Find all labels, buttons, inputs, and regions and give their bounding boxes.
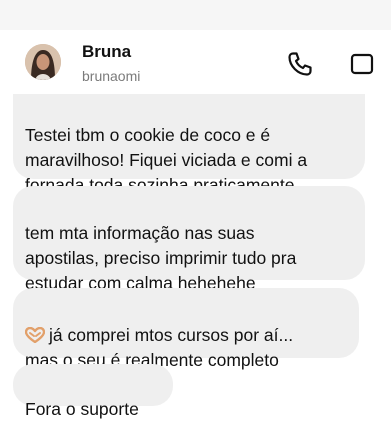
phone-icon[interactable] — [286, 50, 314, 78]
contact-username[interactable]: brunaomi — [82, 68, 140, 84]
message-text: Fora o suporte — [25, 399, 139, 419]
message-bubble[interactable]: Testei tbm o cookie de coco e é maravilh… — [13, 94, 365, 195]
message-text: tem mta informação nas suas apostilas, p… — [25, 223, 297, 293]
contact-name[interactable]: Bruna — [82, 42, 131, 62]
message-bubble[interactable]: tem mta informação nas suas apostilas, p… — [13, 186, 365, 293]
avatar-image — [25, 44, 61, 80]
video-call-icon[interactable] — [349, 50, 377, 78]
top-strip — [0, 0, 391, 30]
chat-header: Bruna brunaomi — [0, 30, 391, 94]
heart-hands-emoji — [25, 327, 45, 343]
message-bubble[interactable]: já comprei mtos cursos por aí... mas o s… — [13, 288, 359, 370]
message-bubble[interactable]: Fora o suporte — [13, 364, 173, 419]
avatar[interactable] — [25, 44, 61, 80]
message-text: Testei tbm o cookie de coco e é maravilh… — [25, 125, 308, 195]
